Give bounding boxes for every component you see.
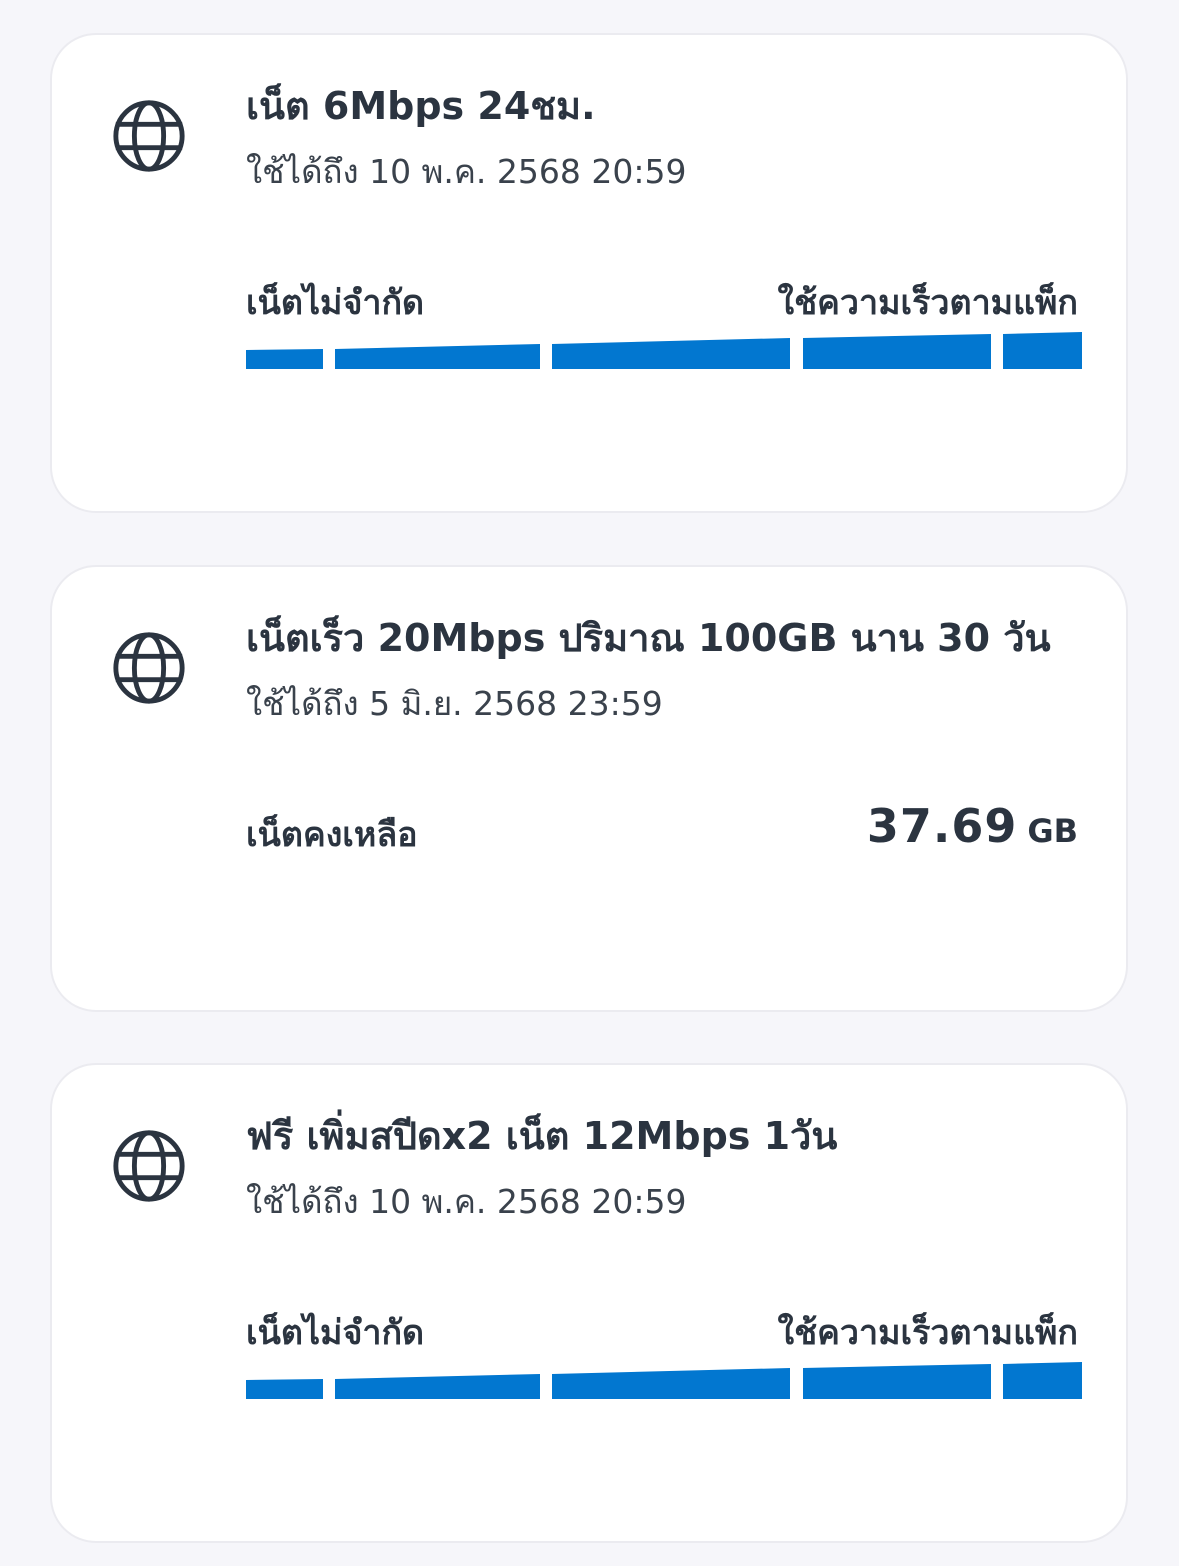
speed-bar-segment — [335, 1374, 540, 1399]
speed-label: ใช้ความเร็วตามแพ็ก — [777, 1313, 1079, 1353]
remaining-value: 37.69 — [866, 799, 1018, 853]
remaining-amount: 37.69 GB — [867, 799, 1078, 853]
speed-bars — [246, 1361, 1082, 1401]
speed-bars — [246, 331, 1082, 371]
package-card[interactable]: เน็ตเร็ว 20Mbps ปริมาณ 100GB นาน 30 วัน … — [50, 565, 1128, 1012]
remaining-unit: GB — [1027, 812, 1078, 850]
globe-icon — [113, 100, 185, 172]
package-title: เน็ต 6Mbps 24ชม. — [246, 84, 596, 128]
speed-label: ใช้ความเร็วตามแพ็ก — [777, 283, 1079, 323]
package-expiry: ใช้ได้ถึง 5 มิ.ย. 2568 23:59 — [246, 684, 663, 723]
speed-bar-segment — [246, 349, 323, 369]
speed-bar-segment — [1003, 332, 1082, 369]
unlimited-label: เน็ตไม่จำกัด — [246, 1313, 425, 1353]
package-expiry: ใช้ได้ถึง 10 พ.ค. 2568 20:59 — [246, 1182, 687, 1221]
package-title: เน็ตเร็ว 20Mbps ปริมาณ 100GB นาน 30 วัน — [246, 616, 1051, 660]
speed-bar-segment — [552, 338, 790, 369]
speed-bar-segment — [552, 1368, 790, 1399]
speed-bar-segment — [335, 344, 540, 369]
package-card[interactable]: เน็ต 6Mbps 24ชม. ใช้ได้ถึง 10 พ.ค. 2568 … — [50, 33, 1128, 513]
speed-bar-segment — [246, 1379, 323, 1399]
globe-icon — [113, 632, 185, 704]
remaining-label: เน็ตคงเหลือ — [246, 815, 418, 855]
package-title: ฟรี เพิ่มสปีดx2 เน็ต 12Mbps 1วัน — [246, 1114, 838, 1158]
unlimited-label: เน็ตไม่จำกัด — [246, 283, 425, 323]
speed-bar-segment — [1003, 1362, 1082, 1399]
globe-icon — [113, 1130, 185, 1202]
package-expiry: ใช้ได้ถึง 10 พ.ค. 2568 20:59 — [246, 152, 687, 191]
speed-bar-segment — [803, 334, 991, 369]
speed-bar-segment — [803, 1364, 991, 1399]
package-card[interactable]: ฟรี เพิ่มสปีดx2 เน็ต 12Mbps 1วัน ใช้ได้ถ… — [50, 1063, 1128, 1543]
